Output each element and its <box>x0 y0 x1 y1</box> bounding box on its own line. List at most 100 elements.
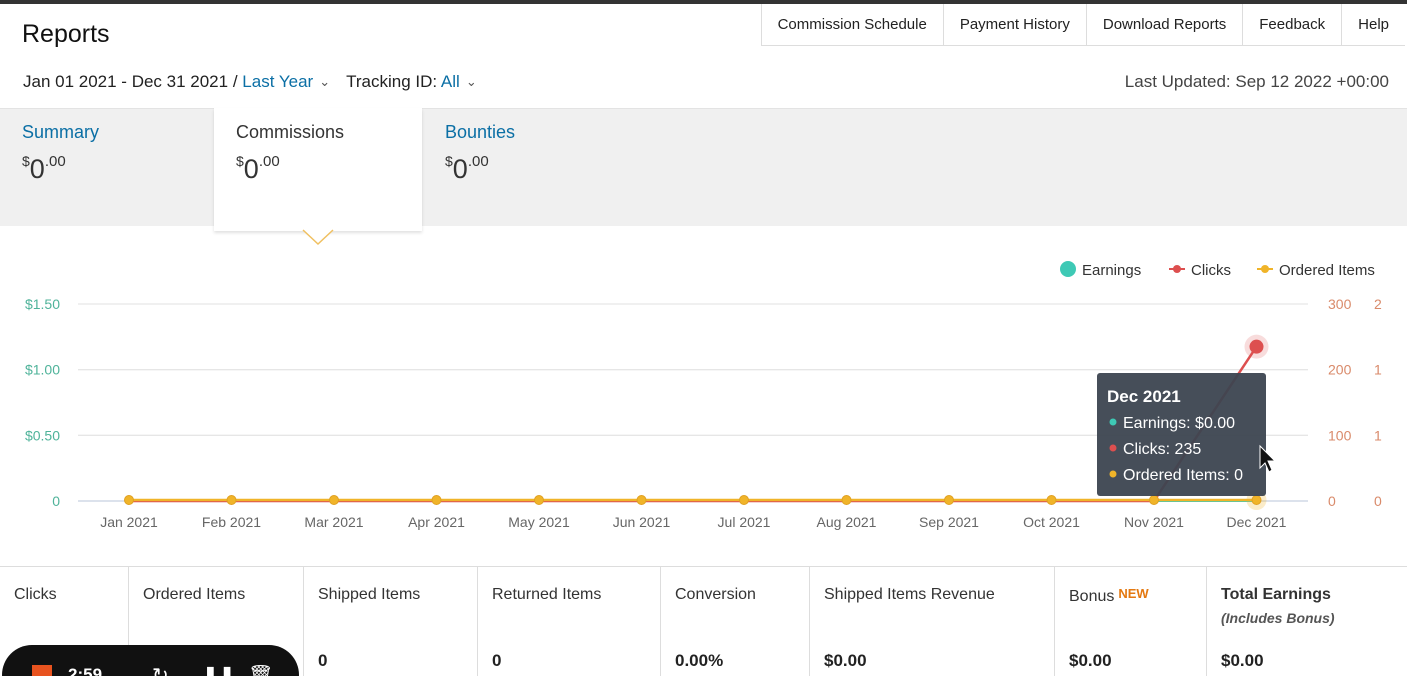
pause-icon[interactable]: ❚❚ <box>202 663 236 676</box>
stat-label: Ordered Items <box>143 586 246 603</box>
x-tick-label: Aug 2021 <box>817 514 877 530</box>
y-right-tick-label: 0 <box>1328 493 1336 509</box>
x-tick-label: Apr 2021 <box>408 514 465 530</box>
x-tick-label: Feb 2021 <box>202 514 261 530</box>
y-right2-tick-label: 0 <box>1374 493 1382 509</box>
data-point-ordered-items <box>636 495 647 505</box>
legend-marker <box>1261 265 1269 273</box>
amount-whole: 0 <box>452 154 468 184</box>
y-right2-tick-label: 1 <box>1374 362 1382 378</box>
tab-label: Summary <box>22 122 100 142</box>
stat-conversion: Conversion 0.00% <box>661 567 810 676</box>
download-reports-link[interactable]: Download Reports <box>1087 4 1244 45</box>
currency-symbol: $ <box>236 153 244 169</box>
data-point-ordered-items <box>841 495 852 505</box>
legend-label: Earnings <box>1082 262 1141 279</box>
tab-label: Bounties <box>445 122 516 142</box>
x-tick-label: May 2021 <box>508 514 570 530</box>
data-point-ordered-items <box>739 495 749 505</box>
y-left-tick-label: $0.50 <box>25 427 60 443</box>
screen-recorder-toolbar: 2:59 ↻ ❚❚ 🗑 <box>2 645 299 676</box>
stat-value: $0.00 <box>1069 651 1112 670</box>
y-right-tick-label: 200 <box>1328 362 1352 378</box>
chevron-down-icon: ⌄ <box>465 74 477 89</box>
data-point-ordered-items <box>1149 495 1159 505</box>
tab-amount: $ 0 .00 <box>445 149 630 185</box>
new-badge: NEW <box>1118 586 1149 601</box>
earnings-chart: 0 0 0 $0.50 100 1 $1.00 200 1 $1.50 300 2 Jan 2021 Fe… <box>25 261 1382 530</box>
tab-bounties[interactable]: Bounties $ 0 .00 <box>423 108 630 226</box>
last-updated: Last Updated: Sep 12 2022 +00:00 <box>1124 72 1389 91</box>
x-tick-label: Sep 2021 <box>919 514 979 530</box>
tooltip-line: Clicks: 235 <box>1123 441 1201 458</box>
stat-returned-items: Returned Items 0 <box>478 567 661 676</box>
y-right-tick-label: 300 <box>1328 296 1352 312</box>
stat-sublabel: (Includes Bonus) <box>1221 610 1335 626</box>
stat-label: Returned Items <box>492 586 602 603</box>
stat-label: Clicks <box>14 586 57 603</box>
x-tick-label: Jun 2021 <box>613 514 671 530</box>
tracking-value: All <box>440 72 460 91</box>
period-value: Last Year <box>242 72 314 91</box>
stat-label: Bonus NEW <box>1069 586 1206 606</box>
tab-commissions[interactable]: Commissions $ 0 .00 <box>214 108 422 231</box>
data-point-ordered-items <box>1251 495 1262 505</box>
tab-amount: $ 0 .00 <box>22 149 207 185</box>
amount-cents: .00 <box>258 153 280 170</box>
stat-label: Shipped Items Revenue <box>824 586 995 603</box>
stat-value: $0.00 <box>1221 651 1264 670</box>
y-left-tick-label: $1.50 <box>25 296 60 312</box>
legend-marker <box>1173 265 1181 273</box>
legend-label: Ordered Items <box>1279 262 1375 279</box>
restart-icon[interactable]: ↻ <box>152 663 169 676</box>
stat-shipped-items-revenue: Shipped Items Revenue $0.00 <box>810 567 1055 676</box>
data-point-ordered-items <box>534 495 544 505</box>
tracking-id-dropdown[interactable]: Tracking ID: All ⌄ <box>346 72 477 92</box>
payment-history-link[interactable]: Payment History <box>944 4 1087 45</box>
data-point-ordered-items <box>329 495 339 505</box>
legend-label: Clicks <box>1191 262 1231 279</box>
stat-value: $0.00 <box>824 651 867 670</box>
data-point-ordered-items <box>1046 495 1057 505</box>
x-tick-label: Jul 2021 <box>718 514 771 530</box>
x-tick-label: Dec 2021 <box>1227 514 1287 530</box>
tooltip-bullet <box>1109 470 1117 478</box>
tab-summary[interactable]: Summary $ 0 .00 <box>0 108 207 226</box>
x-tick-label: Jan 2021 <box>100 514 158 530</box>
amount-whole: 0 <box>29 154 45 184</box>
data-point-ordered-items <box>431 495 442 505</box>
x-tick-label: Oct 2021 <box>1023 514 1080 530</box>
stat-label: Shipped Items <box>318 586 421 603</box>
tooltip-line: Ordered Items: 0 <box>1123 467 1243 484</box>
chevron-down-icon: ⌄ <box>319 74 331 89</box>
amount-whole: 0 <box>243 154 259 184</box>
tooltip-bullet <box>1109 444 1117 452</box>
stat-value: 0 <box>492 651 502 670</box>
tooltip-bullet <box>1109 418 1117 426</box>
period-dropdown[interactable]: Last Year ⌄ <box>242 72 330 92</box>
data-point-ordered-items <box>124 495 134 505</box>
stat-total-earnings: Total Earnings (Includes Bonus) $0.00 <box>1207 567 1407 676</box>
report-filters: Jan 01 2021 - Dec 31 2021 / Last Year ⌄ T… <box>23 72 477 92</box>
data-point-ordered-items <box>944 495 954 505</box>
tracking-label: Tracking ID: <box>346 72 438 91</box>
stop-recording-button[interactable] <box>32 665 52 676</box>
stat-bonus: Bonus NEW $0.00 <box>1055 567 1207 676</box>
y-right2-tick-label: 1 <box>1374 427 1382 443</box>
help-link[interactable]: Help <box>1342 4 1405 45</box>
legend-marker <box>1060 261 1076 277</box>
date-range: Jan 01 2021 - Dec 31 2021 / <box>23 72 238 91</box>
stat-value: 0 <box>318 651 328 670</box>
bonus-label: Bonus <box>1069 588 1115 605</box>
amount-cents: .00 <box>467 153 489 170</box>
recording-time: 2:59 <box>68 665 103 676</box>
commission-schedule-link[interactable]: Commission Schedule <box>762 4 944 45</box>
currency-symbol: $ <box>22 153 30 169</box>
data-point-ordered-items <box>226 495 237 505</box>
delete-icon[interactable]: 🗑 <box>248 663 273 676</box>
tab-label: Commissions <box>236 122 345 142</box>
top-links: Commission Schedule Payment History Down… <box>760 4 1405 46</box>
amount-cents: .00 <box>44 153 66 170</box>
tab-amount: $ 0 .00 <box>236 149 422 185</box>
feedback-link[interactable]: Feedback <box>1243 4 1343 45</box>
